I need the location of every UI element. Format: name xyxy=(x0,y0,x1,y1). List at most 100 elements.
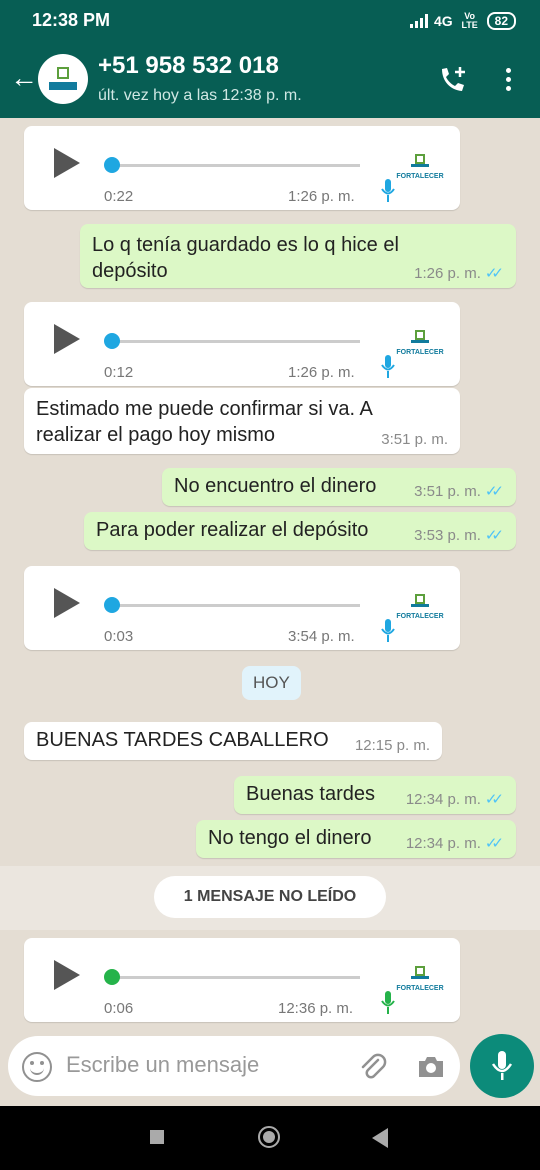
message-time: 3:54 p. m. xyxy=(288,628,355,645)
message-input-placeholder[interactable]: Escribe un mensaje xyxy=(66,1052,259,1078)
message-meta: 12:34 p. m. ✓✓ xyxy=(405,834,504,853)
incoming-message[interactable]: Estimado me puede confirmar si va. A rea… xyxy=(24,388,460,454)
message-text: Estimado me puede confirmar si va. A rea… xyxy=(36,398,372,446)
back-arrow-icon[interactable]: ← xyxy=(10,64,38,92)
voice-message[interactable]: 0:03 3:54 p. m. FORTALECER xyxy=(24,566,460,650)
logo-text: FORTALECER xyxy=(396,349,444,356)
read-ticks-icon: ✓✓ xyxy=(484,791,504,808)
message-time: 3:51 p. m. xyxy=(414,482,481,500)
message-text: No tengo el dinero xyxy=(208,827,372,849)
message-time: 1:26 p. m. xyxy=(288,364,355,381)
mic-icon xyxy=(381,355,395,378)
fortalecer-logo-icon xyxy=(411,330,429,343)
sender-avatar-logo: FORTALECER xyxy=(392,154,448,182)
battery-icon: 82 xyxy=(486,12,516,30)
message-time: 12:34 p. m. xyxy=(405,834,481,852)
message-time: 3:51 p. m. xyxy=(381,431,448,448)
message-time: 1:26 p. m. xyxy=(288,188,355,205)
audio-progress-knob[interactable] xyxy=(104,333,120,349)
outgoing-message[interactable]: No encuentro el dinero 3:51 p. m. ✓✓ xyxy=(162,468,516,506)
message-meta: 3:51 p. m. ✓✓ xyxy=(414,482,504,501)
audio-progress-knob[interactable] xyxy=(104,597,120,613)
play-icon[interactable] xyxy=(54,588,80,618)
message-meta: 12:34 p. m. ✓✓ xyxy=(405,790,504,809)
play-icon[interactable] xyxy=(54,960,80,990)
message-meta: 12:15 p. m. xyxy=(355,737,430,754)
audio-progress-knob[interactable] xyxy=(104,969,120,985)
mic-icon xyxy=(491,1051,513,1080)
read-ticks-icon: ✓✓ xyxy=(484,527,504,544)
message-meta: 3:51 p. m. xyxy=(381,431,448,448)
contact-avatar[interactable] xyxy=(38,54,88,104)
voice-record-button[interactable] xyxy=(470,1034,534,1098)
message-text: Buenas tardes xyxy=(246,783,375,805)
last-seen-status: últ. vez hoy a las 12:38 p. m. xyxy=(98,87,302,104)
status-icons: 4G Vo LTE 82 xyxy=(409,11,516,30)
read-ticks-icon: ✓✓ xyxy=(484,265,504,282)
mic-icon xyxy=(381,991,395,1014)
message-time: 3:53 p. m. xyxy=(414,526,481,544)
message-time: 1:26 p. m. xyxy=(414,264,481,282)
voice-duration: 0:03 xyxy=(104,628,134,645)
audio-progress-track[interactable] xyxy=(112,164,360,167)
play-icon[interactable] xyxy=(54,324,80,354)
recents-icon[interactable] xyxy=(150,1130,164,1144)
status-time: 12:38 PM xyxy=(32,10,111,30)
camera-icon[interactable] xyxy=(416,1054,446,1080)
fortalecer-logo-icon xyxy=(411,594,429,607)
incoming-message[interactable]: BUENAS TARDES CABALLERO 12:15 p. m. xyxy=(24,722,442,760)
volte-icon: Vo LTE xyxy=(461,11,478,30)
fortalecer-logo-icon xyxy=(411,154,429,167)
emoji-icon[interactable] xyxy=(22,1052,52,1082)
voice-message[interactable]: 0:06 12:36 p. m. FORTALECER xyxy=(24,938,460,1022)
sender-avatar-logo: FORTALECER xyxy=(392,330,448,358)
outgoing-message[interactable]: Buenas tardes 12:34 p. m. ✓✓ xyxy=(234,776,516,814)
sender-avatar-logo: FORTALECER xyxy=(392,966,448,994)
voice-duration: 0:06 xyxy=(104,1000,134,1017)
unread-messages-label: 1 MENSAJE NO LEÍDO xyxy=(154,876,386,918)
message-input-bar: Escribe un mensaje xyxy=(0,1028,540,1106)
outgoing-message[interactable]: No tengo el dinero 12:34 p. m. ✓✓ xyxy=(196,820,516,858)
audio-progress-track[interactable] xyxy=(112,976,360,979)
voice-duration: 0:22 xyxy=(104,188,134,205)
audio-progress-knob[interactable] xyxy=(104,157,120,173)
outgoing-message[interactable]: Para poder realizar el depósito 3:53 p. … xyxy=(84,512,516,550)
chat-area[interactable]: 0:22 1:26 p. m. FORTALECER Lo q tenía gu… xyxy=(0,118,540,1028)
message-input-box[interactable]: Escribe un mensaje xyxy=(8,1036,460,1096)
voice-message[interactable]: 0:22 1:26 p. m. FORTALECER xyxy=(24,126,460,210)
read-ticks-icon: ✓✓ xyxy=(484,835,504,852)
status-bar: 12:38 PM 4G Vo LTE 82 xyxy=(0,0,540,42)
more-options-icon[interactable] xyxy=(506,68,512,95)
mic-icon xyxy=(381,179,395,202)
message-time: 12:34 p. m. xyxy=(405,790,481,808)
attach-clip-icon[interactable] xyxy=(356,1050,388,1082)
message-meta: 1:26 p. m. ✓✓ xyxy=(414,264,504,283)
add-call-icon[interactable] xyxy=(438,66,468,94)
date-separator: HOY xyxy=(242,666,301,700)
logo-text: FORTALECER xyxy=(396,613,444,620)
play-icon[interactable] xyxy=(54,148,80,178)
message-text: BUENAS TARDES CABALLERO xyxy=(36,729,329,751)
home-icon[interactable] xyxy=(258,1126,280,1148)
network-type: 4G xyxy=(433,13,453,29)
read-ticks-icon: ✓✓ xyxy=(484,483,504,500)
logo-text: FORTALECER xyxy=(396,173,444,180)
audio-progress-track[interactable] xyxy=(112,340,360,343)
logo-text: FORTALECER xyxy=(396,985,444,992)
message-text: Lo q tenía guardado es lo q hice el depó… xyxy=(92,234,399,282)
mic-icon xyxy=(381,619,395,642)
fortalecer-logo-icon xyxy=(49,67,77,90)
system-nav-bar xyxy=(0,1106,540,1170)
audio-progress-track[interactable] xyxy=(112,604,360,607)
sender-avatar-logo: FORTALECER xyxy=(392,594,448,622)
contact-name[interactable]: +51 958 532 018 xyxy=(98,52,279,80)
voice-message[interactable]: 0:12 1:26 p. m. FORTALECER xyxy=(24,302,460,386)
fortalecer-logo-icon xyxy=(411,966,429,979)
signal-icon xyxy=(409,14,428,28)
message-text: No encuentro el dinero xyxy=(174,475,377,497)
chat-header: ← +51 958 532 018 últ. vez hoy a las 12:… xyxy=(0,42,540,118)
back-icon[interactable] xyxy=(372,1128,388,1148)
outgoing-message[interactable]: Lo q tenía guardado es lo q hice el depó… xyxy=(80,224,516,288)
message-time: 12:36 p. m. xyxy=(278,1000,354,1017)
message-time: 12:15 p. m. xyxy=(354,737,430,754)
